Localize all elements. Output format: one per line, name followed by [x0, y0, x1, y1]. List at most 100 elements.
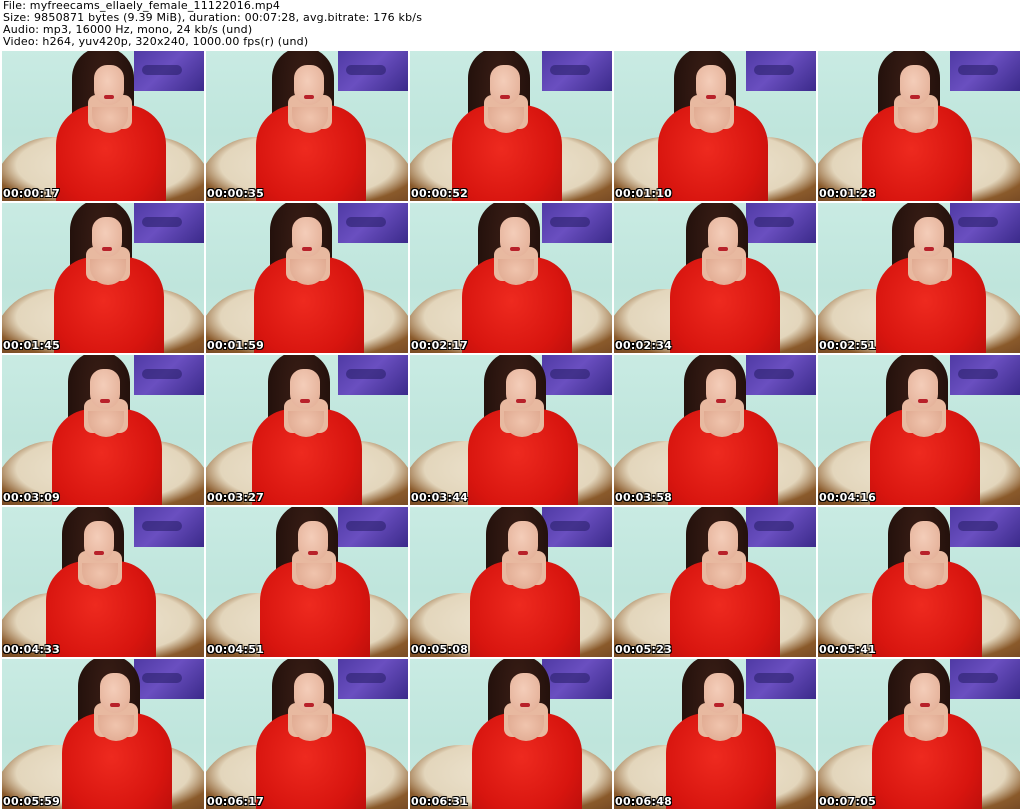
wall-poster — [542, 203, 612, 243]
wall-poster — [746, 203, 816, 243]
face — [94, 65, 124, 105]
wall-poster — [134, 659, 204, 699]
video-thumbnail[interactable]: 00:03:44 — [410, 355, 612, 505]
lips — [920, 551, 930, 555]
thumbnail-timestamp: 00:07:05 — [819, 795, 877, 808]
face — [914, 217, 944, 257]
thumbnail-timestamp: 00:03:44 — [411, 491, 469, 504]
thumbnail-timestamp: 00:05:23 — [615, 643, 673, 656]
file-info-header: File: myfreecams_ellaely_female_11122016… — [0, 0, 1024, 50]
wall-poster — [950, 659, 1020, 699]
wall-poster — [950, 51, 1020, 91]
lips — [516, 399, 526, 403]
thumbnail-timestamp: 00:04:16 — [819, 491, 877, 504]
thumbnail-timestamp: 00:01:10 — [615, 187, 673, 200]
lips — [304, 95, 314, 99]
face — [290, 369, 320, 409]
lips — [718, 551, 728, 555]
face — [506, 369, 536, 409]
thumbnail-grid: 00:00:17 00:00:35 00:00:52 00:01:10 00:01:28… — [2, 51, 1024, 811]
video-thumbnail[interactable]: 00:05:23 — [614, 507, 816, 657]
video-thumbnail[interactable]: 00:04:16 — [818, 355, 1020, 505]
video-thumbnail[interactable]: 00:05:59 — [2, 659, 204, 809]
video-thumbnail[interactable]: 00:00:52 — [410, 51, 612, 201]
face — [510, 673, 540, 713]
thumbnail-timestamp: 00:00:35 — [207, 187, 265, 200]
video-thumbnail[interactable]: 00:05:08 — [410, 507, 612, 657]
face — [292, 217, 322, 257]
video-thumbnail[interactable]: 00:07:05 — [818, 659, 1020, 809]
thumbnail-timestamp: 00:06:17 — [207, 795, 265, 808]
video-thumbnail[interactable]: 00:06:48 — [614, 659, 816, 809]
lips — [520, 703, 530, 707]
face — [84, 521, 114, 561]
wall-poster — [134, 51, 204, 91]
video-thumbnail[interactable]: 00:04:51 — [206, 507, 408, 657]
face — [708, 217, 738, 257]
lips — [718, 247, 728, 251]
face — [708, 521, 738, 561]
video-thumbnail[interactable]: 00:00:17 — [2, 51, 204, 201]
thumbnail-timestamp: 00:02:51 — [819, 339, 877, 352]
thumbnail-timestamp: 00:04:33 — [3, 643, 61, 656]
thumbnail-timestamp: 00:04:51 — [207, 643, 265, 656]
video-thumbnail[interactable]: 00:02:51 — [818, 203, 1020, 353]
wall-poster — [134, 355, 204, 395]
face — [490, 65, 520, 105]
lips — [510, 247, 520, 251]
face — [910, 673, 940, 713]
video-thumbnail[interactable]: 00:05:41 — [818, 507, 1020, 657]
face — [706, 369, 736, 409]
thumbnail-timestamp: 00:03:09 — [3, 491, 61, 504]
video-thumbnail[interactable]: 00:06:17 — [206, 659, 408, 809]
thumbnail-timestamp: 00:06:31 — [411, 795, 469, 808]
video-thumbnail[interactable]: 00:04:33 — [2, 507, 204, 657]
wall-poster — [338, 51, 408, 91]
thumbnail-timestamp: 00:06:48 — [615, 795, 673, 808]
face — [294, 65, 324, 105]
video-thumbnail[interactable]: 00:06:31 — [410, 659, 612, 809]
thumbnail-timestamp: 00:05:41 — [819, 643, 877, 656]
video-thumbnail[interactable]: 00:01:28 — [818, 51, 1020, 201]
video-thumbnail[interactable]: 00:02:17 — [410, 203, 612, 353]
lips — [100, 399, 110, 403]
video-thumbnail[interactable]: 00:00:35 — [206, 51, 408, 201]
thumbnail-timestamp: 00:05:59 — [3, 795, 61, 808]
video-thumbnail[interactable]: 00:03:09 — [2, 355, 204, 505]
wall-poster — [950, 203, 1020, 243]
face — [696, 65, 726, 105]
thumbnail-timestamp: 00:00:17 — [3, 187, 61, 200]
lips — [714, 703, 724, 707]
video-thumbnail[interactable]: 00:03:27 — [206, 355, 408, 505]
lips — [918, 399, 928, 403]
thumbnail-timestamp: 00:00:52 — [411, 187, 469, 200]
video-thumbnail[interactable]: 00:01:45 — [2, 203, 204, 353]
thumbnail-timestamp: 00:02:34 — [615, 339, 673, 352]
lips — [518, 551, 528, 555]
face — [508, 521, 538, 561]
video-thumbnail[interactable]: 00:01:10 — [614, 51, 816, 201]
lips — [308, 551, 318, 555]
wall-poster — [338, 507, 408, 547]
thumbnail-timestamp: 00:03:58 — [615, 491, 673, 504]
face — [500, 217, 530, 257]
lips — [500, 95, 510, 99]
wall-poster — [542, 355, 612, 395]
video-thumbnail[interactable]: 00:03:58 — [614, 355, 816, 505]
face — [100, 673, 130, 713]
wall-poster — [542, 659, 612, 699]
lips — [302, 247, 312, 251]
video-thumbnail[interactable]: 00:01:59 — [206, 203, 408, 353]
thumbnail-timestamp: 00:03:27 — [207, 491, 265, 504]
video-thumbnail[interactable]: 00:02:34 — [614, 203, 816, 353]
lips — [110, 703, 120, 707]
wall-poster — [542, 51, 612, 91]
lips — [300, 399, 310, 403]
wall-poster — [338, 355, 408, 395]
face — [910, 521, 940, 561]
face — [92, 217, 122, 257]
thumbnail-timestamp: 00:01:45 — [3, 339, 61, 352]
face — [900, 65, 930, 105]
thumbnail-timestamp: 00:02:17 — [411, 339, 469, 352]
face — [908, 369, 938, 409]
